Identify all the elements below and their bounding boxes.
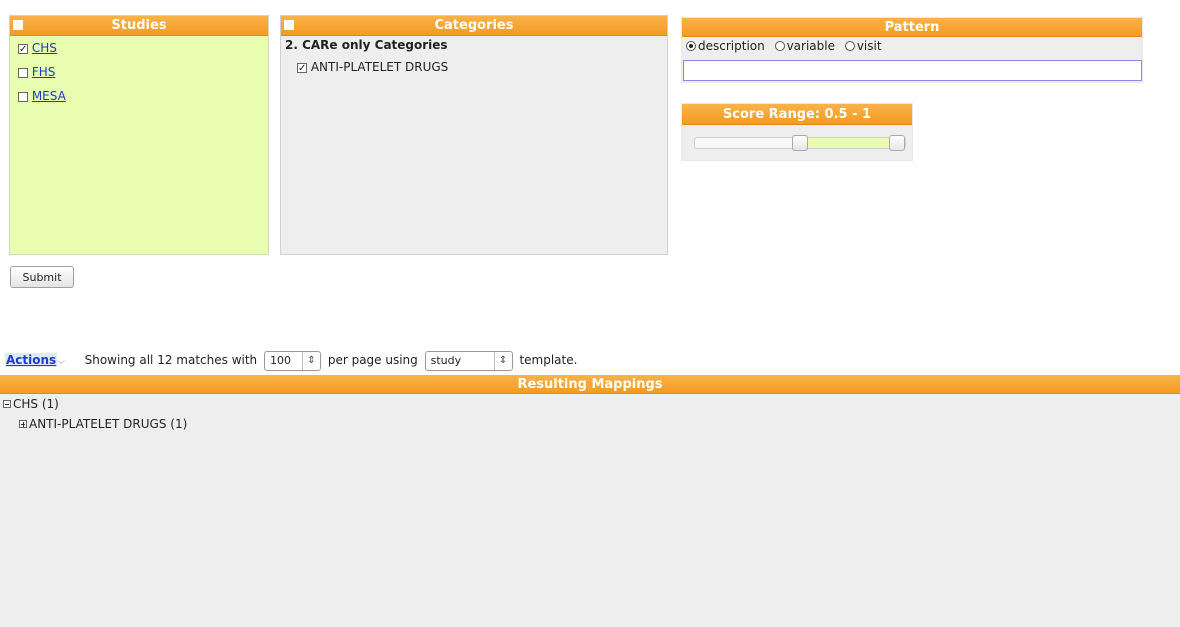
categories-header: Categories	[281, 16, 667, 36]
category-item-anti-platelet: ANTI-PLATELET DRUGS	[281, 54, 667, 74]
per-page-value: 100	[270, 353, 291, 367]
select-all-studies-checkbox[interactable]	[13, 20, 23, 30]
results-panel: Resulting Mappings CHS (1) ANTI-PLATELET…	[0, 375, 1180, 627]
study-item-chs: CHS	[18, 40, 268, 64]
studies-list: CHS FHS MESA	[10, 36, 268, 112]
submit-button[interactable]: Submit	[10, 266, 74, 288]
score-range-high-handle[interactable]	[889, 135, 905, 151]
template-text: template.	[519, 353, 578, 367]
chevron-down-icon[interactable]: ⌵	[57, 356, 65, 367]
collapse-icon[interactable]	[3, 400, 11, 408]
expand-icon[interactable]	[19, 420, 27, 428]
showing-text: Showing all 12 matches	[84, 353, 228, 367]
per-page-select[interactable]: 100 ⇕	[264, 350, 321, 371]
study-link-fhs[interactable]: FHS	[32, 65, 56, 79]
study-checkbox-fhs[interactable]	[18, 67, 28, 78]
tree-node-label[interactable]: CHS (1)	[13, 397, 59, 411]
score-range-low-handle[interactable]	[792, 135, 808, 151]
template-select[interactable]: study ⇕	[424, 350, 513, 371]
study-item-mesa: MESA	[18, 88, 268, 112]
pattern-panel: Pattern description variable visit	[681, 17, 1143, 83]
studies-title: Studies	[111, 18, 167, 33]
select-arrows-icon: ⇕	[493, 351, 512, 370]
score-range-slider[interactable]	[694, 135, 906, 151]
studies-panel: Studies CHS FHS MESA	[9, 15, 269, 255]
study-link-chs[interactable]: CHS	[32, 41, 57, 55]
categories-title: Categories	[434, 18, 514, 33]
radio-visit[interactable]	[844, 41, 855, 51]
study-checkbox-chs[interactable]	[18, 43, 28, 54]
results-title: Resulting Mappings	[517, 377, 663, 392]
radio-variable[interactable]	[774, 41, 785, 51]
radio-description[interactable]	[686, 41, 696, 51]
radio-visit-label[interactable]: visit	[857, 39, 882, 53]
per-page-text: per page using	[327, 353, 418, 367]
radio-variable-label[interactable]: variable	[787, 39, 835, 53]
study-checkbox-mesa[interactable]	[18, 91, 28, 102]
pattern-title: Pattern	[884, 20, 940, 35]
score-range-header: Score Range: 0.5 - 1	[682, 104, 912, 125]
categories-panel: Categories 2. CARe only Categories ANTI-…	[280, 15, 668, 255]
template-value: study	[430, 353, 462, 367]
with-text: with	[231, 353, 258, 367]
results-header: Resulting Mappings	[0, 375, 1180, 394]
score-range-panel: Score Range: 0.5 - 1	[681, 103, 913, 161]
actions-menu-link[interactable]: Actions	[5, 353, 58, 367]
select-arrows-icon: ⇕	[302, 351, 320, 370]
tree-node-label[interactable]: ANTI-PLATELET DRUGS (1)	[29, 417, 187, 431]
tree-node-anti-platelet[interactable]: ANTI-PLATELET DRUGS (1)	[0, 414, 1180, 434]
pattern-header: Pattern	[682, 18, 1142, 37]
studies-header: Studies	[10, 16, 268, 36]
study-link-mesa[interactable]: MESA	[32, 89, 66, 103]
study-item-fhs: FHS	[18, 64, 268, 88]
category-label-anti-platelet: ANTI-PLATELET DRUGS	[310, 60, 449, 74]
pattern-radio-group: description variable visit	[682, 37, 1142, 57]
category-group-title: 2. CARe only Categories	[285, 38, 448, 52]
category-checkbox-anti-platelet[interactable]	[297, 62, 307, 73]
score-range-title: Score Range: 0.5 - 1	[722, 107, 872, 122]
results-tree: CHS (1) ANTI-PLATELET DRUGS (1)	[0, 394, 1180, 434]
select-all-categories-checkbox[interactable]	[284, 20, 294, 30]
score-range-fill	[800, 138, 897, 148]
radio-description-label[interactable]: description	[698, 39, 765, 53]
actions-bar: Actions⌵ Showing all 12 matches with 100…	[5, 349, 577, 371]
tree-node-chs[interactable]: CHS (1)	[0, 394, 1180, 414]
pattern-input[interactable]	[683, 60, 1142, 81]
